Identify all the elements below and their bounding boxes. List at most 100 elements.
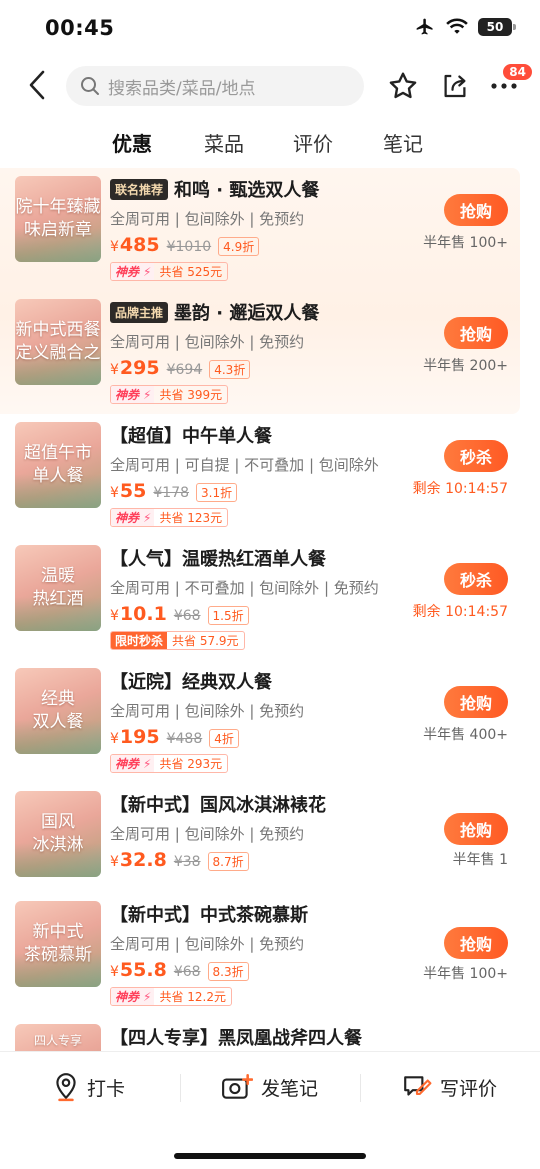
buy-button[interactable]: 抢购 — [444, 927, 508, 959]
share-icon — [444, 74, 466, 98]
deal-original-price: ¥488 — [166, 731, 203, 747]
tab-notes[interactable]: 笔记 — [383, 128, 423, 157]
deal-thumbnail: 新中式西餐 定义融合之 — [15, 299, 101, 385]
deal-conditions: 全周可用 | 可自提 | 不可叠加 | 包间除外 — [110, 456, 379, 474]
deal-item[interactable]: 国风 冰淇淋 【新中式】国风冰淇淋裱花 全周可用 | 包间除外 | 免预约 ¥3… — [0, 783, 540, 905]
post-note-label: 发笔记 — [261, 1077, 319, 1100]
deal-badge: 品牌主推 — [110, 301, 169, 323]
bolt-icon: ⚡ — [143, 386, 155, 403]
status-time: 00:45 — [45, 16, 115, 40]
status-bar: 00:45 50 — [0, 0, 540, 58]
deal-discount: 4.9折 — [218, 237, 260, 256]
deal-sold: 半年售 400+ — [423, 727, 508, 743]
deal-item[interactable]: 经典 双人餐 【近院】经典双人餐 全周可用 | 包间除外 | 免预约 ¥195 … — [0, 660, 540, 782]
deal-saving: 神券 ⚡ 共省 399元 — [110, 385, 229, 404]
deal-price-row: ¥195 ¥488 4折 — [110, 726, 239, 748]
deal-item[interactable]: 新中式 茶碗慕斯 【新中式】中式茶碗慕斯 全周可用 | 包间除外 | 免预约 ¥… — [0, 893, 540, 1015]
post-note-button[interactable]: 发笔记 — [221, 1072, 318, 1102]
deal-price: ¥55.8 — [110, 959, 167, 981]
deal-discount: 4.3折 — [209, 360, 251, 379]
deal-saving: 神券 ⚡ 共省 525元 — [110, 262, 229, 281]
more-button[interactable]: 84 — [486, 62, 534, 104]
deal-discount: 4折 — [209, 729, 239, 748]
deal-sold: 半年售 200+ — [423, 358, 508, 374]
deal-title: 【四人专享】黑凤凰战斧四人餐 — [110, 1028, 362, 1049]
buy-button[interactable]: 抢购 — [444, 813, 508, 845]
deal-price: ¥10.1 — [110, 603, 167, 625]
search-input[interactable]: 搜索品类/菜品/地点 — [66, 66, 364, 106]
deal-title: 【新中式】中式茶碗慕斯 — [110, 905, 308, 926]
write-review-label: 写评价 — [440, 1077, 498, 1100]
bolt-icon: ⚡ — [143, 755, 155, 772]
more-dots-icon — [491, 83, 517, 89]
status-icons: 50 — [414, 17, 516, 37]
flash-sale-button[interactable]: 秒杀 — [444, 440, 508, 472]
deal-sold: 半年售 1 — [452, 852, 508, 868]
deal-thumbnail: 院十年臻藏 味启新章 — [15, 176, 101, 262]
write-review-icon — [404, 1076, 432, 1096]
check-in-button[interactable]: 打卡 — [53, 1072, 125, 1102]
deal-sold: 半年售 100+ — [423, 966, 508, 982]
divider — [180, 1074, 181, 1102]
deal-original-price: ¥694 — [166, 362, 203, 378]
deal-discount: 3.1折 — [196, 483, 238, 502]
deal-title: 【超值】中午单人餐 — [110, 426, 272, 447]
deal-thumbnail: 经典 双人餐 — [15, 668, 101, 754]
tab-reviews[interactable]: 评价 — [293, 128, 333, 157]
buy-button[interactable]: 抢购 — [444, 686, 508, 718]
deal-original-price: ¥68 — [173, 608, 201, 624]
countdown-timer: 剩余 10:14:57 — [412, 604, 508, 620]
deal-item[interactable]: 院十年臻藏 味启新章 联名推荐 和鸣 · 甄选双人餐 全周可用 | 包间除外 | … — [0, 168, 540, 290]
buy-button[interactable]: 抢购 — [444, 194, 508, 226]
airplane-icon — [416, 18, 433, 35]
battery-icon: 50 — [478, 18, 516, 36]
deal-thumbnail: 温暖 热红酒 — [15, 545, 101, 631]
home-indicator — [174, 1153, 366, 1159]
deal-price-row: ¥485 ¥1010 4.9折 — [110, 234, 260, 256]
deal-saving: 神券 ⚡ 共省 12.2元 — [110, 987, 232, 1006]
deal-thumbnail: 超值午市 单人餐 — [15, 422, 101, 508]
deal-title: 品牌主推 墨韵 · 邂逅双人餐 — [110, 299, 319, 325]
deal-original-price: ¥68 — [173, 964, 201, 980]
bolt-icon: ⚡ — [143, 988, 155, 1005]
deal-item[interactable]: 温暖 热红酒 【人气】温暖热红酒单人餐 全周可用 | 不可叠加 | 包间除外 |… — [0, 537, 540, 659]
tab-dishes[interactable]: 菜品 — [204, 128, 244, 157]
deal-thumbnail: 国风 冰淇淋 — [15, 791, 101, 877]
location-pin-icon — [56, 1073, 76, 1102]
search-placeholder: 搜索品类/菜品/地点 — [108, 78, 256, 99]
deal-price-row: ¥55 ¥178 3.1折 — [110, 480, 238, 502]
deal-title: 联名推荐 和鸣 · 甄选双人餐 — [110, 176, 319, 202]
deal-item[interactable]: 超值午市 单人餐 【超值】中午单人餐 全周可用 | 可自提 | 不可叠加 | 包… — [0, 414, 540, 536]
search-icon — [81, 77, 99, 95]
share-button[interactable] — [437, 68, 473, 104]
bolt-icon: ⚡ — [143, 509, 155, 526]
star-icon — [389, 72, 417, 99]
deal-discount: 8.3折 — [207, 962, 249, 981]
bottom-action-bar: 打卡 发笔记 写评价 — [0, 1051, 540, 1169]
wifi-icon — [446, 18, 468, 34]
countdown-timer: 剩余 10:14:57 — [412, 481, 508, 497]
tab-deals[interactable]: 优惠 — [112, 128, 152, 160]
deal-thumbnail: 新中式 茶碗慕斯 — [15, 901, 101, 987]
message-badge: 84 — [501, 62, 534, 82]
flash-sale-button[interactable]: 秒杀 — [444, 563, 508, 595]
deal-price-row: ¥10.1 ¥68 1.5折 — [110, 603, 249, 625]
deal-item[interactable]: 新中式西餐 定义融合之 品牌主推 墨韵 · 邂逅双人餐 全周可用 | 包间除外 |… — [0, 291, 540, 413]
camera-add-icon — [222, 1073, 253, 1099]
deal-conditions: 全周可用 | 包间除外 | 免预约 — [110, 702, 305, 720]
deal-original-price: ¥1010 — [166, 239, 212, 255]
deal-price-row: ¥32.8 ¥38 8.7折 — [110, 849, 249, 871]
chevron-left-icon — [29, 70, 45, 100]
deal-conditions: 全周可用 | 包间除外 | 免预约 — [110, 935, 305, 953]
deal-price-row: ¥295 ¥694 4.3折 — [110, 357, 251, 379]
deal-discount: 8.7折 — [207, 852, 249, 871]
back-button[interactable] — [18, 66, 56, 104]
write-review-button[interactable]: 写评价 — [402, 1072, 497, 1102]
deal-price: ¥32.8 — [110, 849, 167, 871]
deal-saving: 神券 ⚡ 共省 123元 — [110, 508, 229, 527]
buy-button[interactable]: 抢购 — [444, 317, 508, 349]
deal-sold: 半年售 100+ — [423, 235, 508, 251]
favorite-button[interactable] — [385, 68, 421, 104]
deal-discount: 1.5折 — [207, 606, 249, 625]
deal-price: ¥295 — [110, 357, 160, 379]
